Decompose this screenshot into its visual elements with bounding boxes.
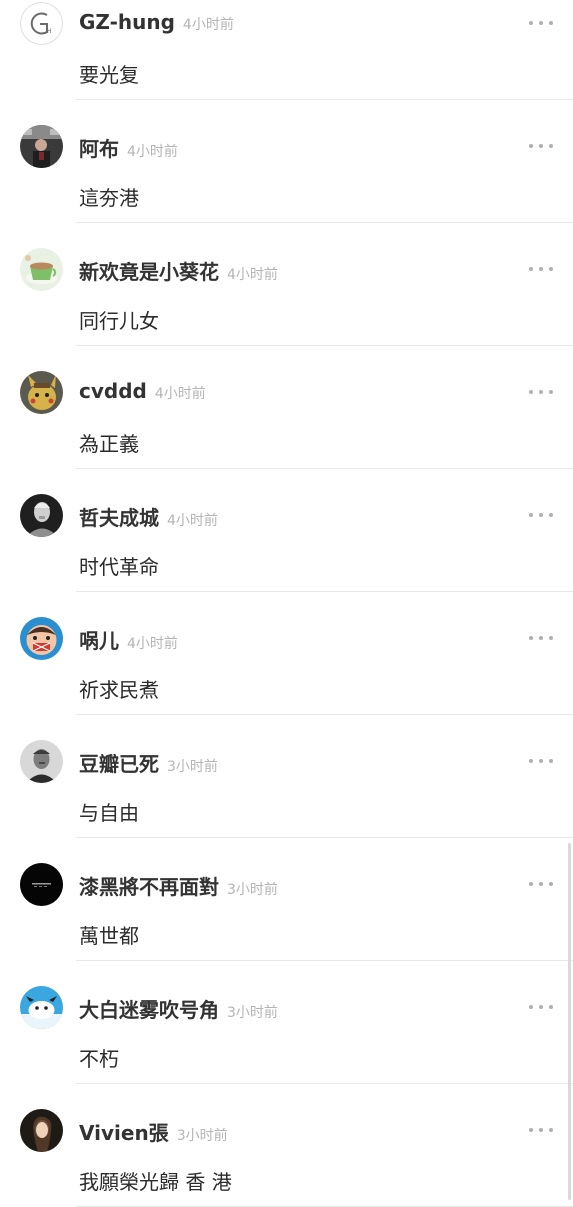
comment-text: 不朽 — [79, 1047, 119, 1071]
comment-header: cvddd 4小时前 — [79, 379, 206, 407]
more-dots-icon[interactable] — [529, 995, 553, 1019]
username[interactable]: 豆瓣已死 — [79, 748, 159, 777]
avatar[interactable]: H — [20, 2, 63, 45]
username[interactable]: 哲夫成城 — [79, 502, 159, 531]
scrollbar[interactable] — [568, 843, 571, 1200]
timestamp: 4小时前 — [167, 513, 218, 529]
comment-item: cvddd 4小时前 為正義 — [0, 346, 573, 469]
comment-item: Vivien張 3小时前 我願榮光歸 香 港 — [0, 1084, 573, 1207]
comment-header: 漆黑將不再面對 3小时前 — [79, 871, 278, 899]
avatar[interactable] — [20, 494, 63, 537]
username[interactable]: 新欢竟是小葵花 — [79, 256, 219, 285]
more-dots-icon[interactable] — [529, 626, 553, 650]
avatar[interactable] — [20, 125, 63, 168]
comment-text: 我願榮光歸 香 港 — [79, 1170, 232, 1194]
comment-header: 大白迷雾吹号角 3小时前 — [79, 994, 278, 1022]
avatar-image — [20, 248, 63, 291]
comment-text: 祈求民煮 — [79, 678, 159, 702]
comment-text: 与自由 — [79, 801, 139, 825]
username[interactable]: 大白迷雾吹号角 — [79, 994, 219, 1023]
comment-header: 㖞儿 4小时前 — [79, 625, 178, 653]
comment-item: 㖞儿 4小时前 祈求民煮 — [0, 592, 573, 715]
avatar[interactable] — [20, 371, 63, 414]
comment-text: 要光复 — [79, 63, 139, 87]
comment-text: 时代革命 — [79, 555, 159, 579]
comment-item: 新欢竟是小葵花 4小时前 同行儿女 — [0, 223, 573, 346]
avatar-image — [20, 617, 63, 660]
avatar[interactable] — [20, 986, 63, 1029]
more-dots-icon[interactable] — [529, 11, 553, 35]
comment-item: 漆黑將不再面對 3小时前 萬世都 — [0, 838, 573, 961]
avatar[interactable] — [20, 863, 63, 906]
avatar-image — [20, 494, 63, 537]
timestamp: 4小时前 — [127, 636, 178, 652]
comment-item: H GZ-hung 4小时前 要光复 — [0, 0, 573, 100]
username[interactable]: GZ-hung — [79, 10, 175, 34]
comment-header: 新欢竟是小葵花 4小时前 — [79, 256, 278, 284]
comment-header: GZ-hung 4小时前 — [79, 10, 234, 38]
more-dots-icon[interactable] — [529, 1118, 553, 1142]
comment-item: 哲夫成城 4小时前 时代革命 — [0, 469, 573, 592]
avatar-image — [20, 740, 63, 783]
timestamp: 4小时前 — [227, 267, 278, 283]
comment-text: 為正義 — [79, 432, 139, 456]
comment-item: 豆瓣已死 3小时前 与自由 — [0, 715, 573, 838]
username[interactable]: Vivien張 — [79, 1117, 169, 1146]
avatar-image — [20, 863, 63, 906]
svg-text:H: H — [47, 28, 52, 35]
avatar-image — [20, 986, 63, 1029]
more-dots-icon[interactable] — [529, 380, 553, 404]
comment-text: 萬世都 — [79, 924, 139, 948]
comment-header: 豆瓣已死 3小时前 — [79, 748, 218, 776]
timestamp: 4小时前 — [127, 144, 178, 160]
comment-header: 哲夫成城 4小时前 — [79, 502, 218, 530]
comment-list: H GZ-hung 4小时前 要光复 阿布 4小时前 這夯港 新欢竟是小葵花 4… — [0, 0, 573, 1207]
timestamp: 4小时前 — [182, 17, 234, 33]
comment-text: 同行儿女 — [79, 309, 159, 333]
timestamp: 3小时前 — [176, 1128, 228, 1144]
comment-item: 大白迷雾吹号角 3小时前 不朽 — [0, 961, 573, 1084]
avatar[interactable] — [20, 617, 63, 660]
comment-item: 阿布 4小时前 這夯港 — [0, 100, 573, 223]
more-dots-icon[interactable] — [529, 134, 553, 158]
comment-header: Vivien張 3小时前 — [79, 1117, 228, 1145]
avatar[interactable] — [20, 1109, 63, 1152]
timestamp: 4小时前 — [154, 386, 206, 402]
username[interactable]: cvddd — [79, 379, 147, 403]
more-dots-icon[interactable] — [529, 749, 553, 773]
avatar-image — [20, 1109, 63, 1152]
username[interactable]: 阿布 — [79, 133, 119, 162]
avatar-image — [20, 125, 63, 168]
timestamp: 3小时前 — [227, 882, 278, 898]
username[interactable]: 漆黑將不再面對 — [79, 871, 219, 900]
comment-text: 這夯港 — [79, 186, 139, 210]
avatar[interactable] — [20, 248, 63, 291]
more-dots-icon[interactable] — [529, 872, 553, 896]
more-dots-icon[interactable] — [529, 257, 553, 281]
more-dots-icon[interactable] — [529, 503, 553, 527]
timestamp: 3小时前 — [227, 1005, 278, 1021]
avatar-image — [20, 371, 63, 414]
username[interactable]: 㖞儿 — [79, 625, 119, 654]
timestamp: 3小时前 — [167, 759, 218, 775]
comment-header: 阿布 4小时前 — [79, 133, 178, 161]
avatar[interactable] — [20, 740, 63, 783]
avatar-image: H — [20, 2, 63, 45]
